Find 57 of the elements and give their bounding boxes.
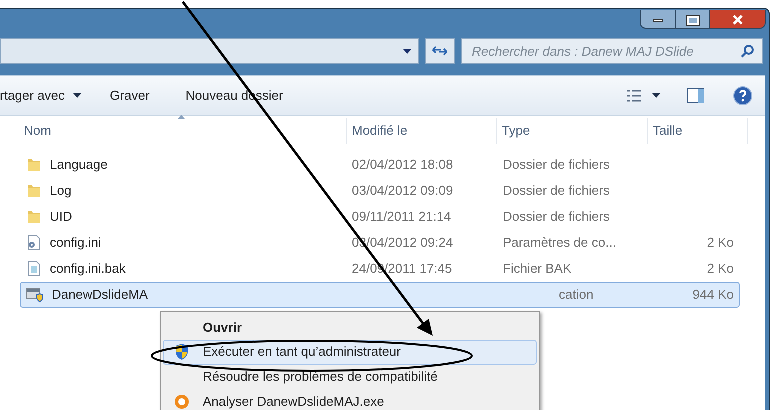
file-name: DanewDslideMA: [52, 286, 148, 304]
menu-item[interactable]: Ouvrir: [163, 315, 537, 340]
maximize-button[interactable]: [675, 10, 709, 28]
toolbar-button[interactable]: Graver: [110, 86, 150, 106]
menu-item[interactable]: Analyser DanewDslideMAJ.exe: [163, 389, 537, 410]
file-size: 2 Ko: [707, 261, 734, 276]
file-size: 2 Ko: [707, 235, 734, 250]
minimize-icon: [653, 18, 663, 22]
folder-icon: [26, 157, 42, 173]
caret-icon: [73, 93, 82, 98]
column-header[interactable]: Type: [497, 118, 648, 144]
shield-icon: [174, 343, 190, 362]
settings-file-icon: [26, 235, 42, 251]
file-name: Language: [50, 156, 108, 174]
file-name: Log: [50, 182, 72, 200]
caret-icon[interactable]: [652, 93, 661, 98]
modified-date: 03/04/2012 09:09: [352, 183, 454, 198]
help-icon[interactable]: [733, 86, 753, 106]
file-size: 944 Ko: [692, 287, 734, 302]
file-type: Fichier BAK: [503, 261, 572, 276]
refresh-button[interactable]: [425, 38, 455, 64]
sort-arrow-icon: [178, 115, 185, 119]
refresh-icon: [432, 44, 448, 58]
application-icon: [26, 287, 44, 303]
folder-icon: [26, 183, 42, 199]
search-icon: [741, 44, 755, 58]
file-row[interactable]: Log 03/04/2012 09:09 Dossier de fichiers: [20, 178, 740, 204]
close-button[interactable]: [709, 10, 765, 28]
preview-pane-icon[interactable]: [687, 88, 705, 104]
scan-icon: [174, 394, 190, 410]
column-header[interactable]: Modifié le: [347, 118, 497, 144]
file-type: Dossier de fichiers: [503, 183, 610, 198]
file-row[interactable]: UID 09/11/2011 21:14 Dossier de fichiers: [20, 204, 740, 230]
column-header[interactable]: Taille: [648, 118, 748, 144]
modified-date: 09/11/2011 21:14: [352, 209, 452, 224]
file-row[interactable]: Language 02/04/2012 18:08 Dossier de fichiers: [20, 152, 740, 178]
search-field[interactable]: Rechercher dans : Danew MAJ DSlide: [461, 38, 763, 64]
folder-icon: [26, 209, 42, 225]
maximize-icon: [686, 16, 698, 24]
column-header[interactable]: Nom: [0, 118, 347, 144]
toolbar-button[interactable]: rtager avec: [0, 86, 82, 106]
modified-date: 02/04/2012 18:08: [352, 157, 454, 172]
file-name: config.ini: [50, 234, 102, 252]
menu-item[interactable]: Exécuter en tant qu’administrateur: [163, 340, 537, 364]
file-name: UID: [50, 208, 72, 226]
file-type: Dossier de fichiers: [503, 209, 610, 224]
minimize-button[interactable]: [641, 10, 675, 28]
file-name: config.ini.bak: [50, 260, 126, 278]
file-type: cation: [558, 287, 594, 302]
dropdown-arrow-icon: [403, 48, 412, 54]
file-type: Paramètres de co...: [503, 235, 616, 250]
file-row[interactable]: DanewDslideMA cation 944 Ko: [20, 282, 740, 308]
menu-item[interactable]: Résoudre les problèmes de compatibilité: [163, 364, 537, 390]
file-icon: [26, 261, 42, 277]
close-icon: [732, 15, 744, 25]
file-type: Dossier de fichiers: [503, 157, 610, 172]
view-options-icon[interactable]: [626, 88, 642, 102]
